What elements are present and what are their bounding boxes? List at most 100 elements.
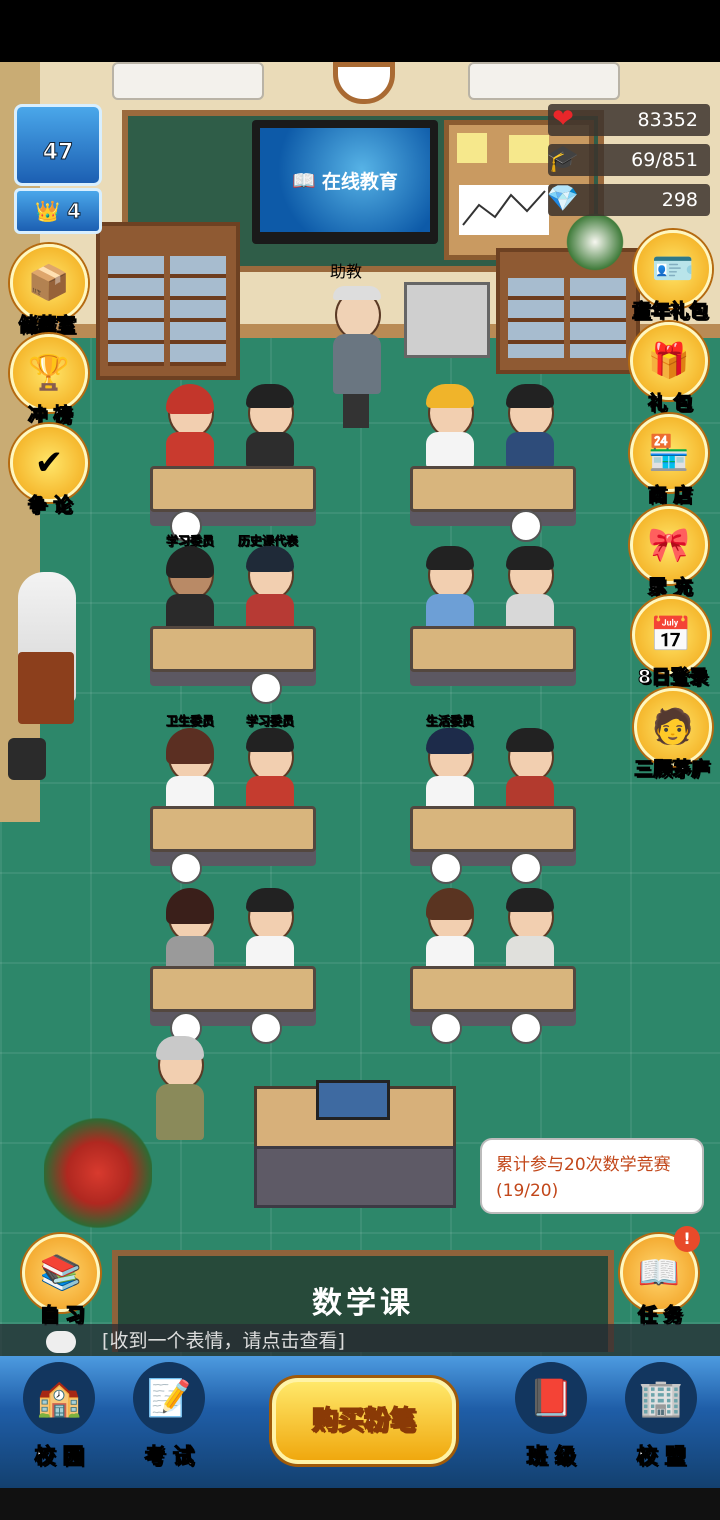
recharge-label: 累 充 — [647, 576, 693, 599]
student-role-tag: 学习委员 — [246, 714, 295, 729]
tv-text: 在线教育 — [321, 170, 398, 193]
hearts-value: 83352 — [637, 109, 698, 131]
hearts-counter[interactable]: ❤ 83352 — [548, 104, 710, 136]
self-study-label: 自 习 — [39, 1304, 85, 1327]
trash-bins — [404, 282, 490, 358]
gems-value: 298 — [661, 189, 698, 211]
recharge-button[interactable]: 🎀 累 充 — [630, 506, 710, 599]
teaching-assistant[interactable] — [325, 286, 387, 430]
online-education-tv: 📖 在线教育 — [252, 120, 438, 244]
student[interactable] — [238, 384, 300, 468]
student[interactable] — [158, 546, 220, 630]
study-badge-icon — [250, 1012, 282, 1044]
three-visits-label: 三顾茅庐 — [633, 758, 710, 781]
study-badge-icon — [510, 510, 542, 542]
desk — [410, 806, 576, 852]
nav-class[interactable]: 📕 班 级 — [506, 1362, 596, 1482]
scholar-counter[interactable]: 🎓 69/851 — [546, 144, 710, 176]
three-visits-button[interactable]: 🧑 三顾茅庐 — [624, 688, 720, 781]
ranking-button[interactable]: 🏆 冲 榜 — [10, 334, 90, 427]
alert-icon: ! — [674, 1226, 700, 1252]
desk — [410, 626, 576, 672]
storage-room-label: 储藏室 — [18, 314, 76, 337]
desk — [410, 966, 576, 1012]
shop-button[interactable]: 🏪 商 店 — [630, 414, 710, 507]
task-progress-text: 累计参与20次数学竞赛(19/20) — [496, 1155, 671, 1201]
student[interactable] — [418, 546, 480, 630]
chat-bar[interactable]: [收到一个表情，请点击查看] — [0, 1324, 720, 1358]
buy-chalk-button[interactable]: 购买粉笔 — [272, 1378, 456, 1464]
nav-alliance[interactable]: 🏢 校 盟 — [616, 1362, 706, 1482]
student[interactable] — [418, 728, 480, 812]
student-role-tag: 生活委员 — [426, 714, 475, 729]
childhood-pack-label: 童年礼包 — [631, 300, 708, 323]
school-level-value: 47 — [42, 140, 74, 166]
desk — [150, 966, 316, 1012]
chat-message: [收到一个表情，请点击查看] — [102, 1330, 345, 1352]
nav-class-label: 班 级 — [526, 1444, 576, 1469]
nav-campus[interactable]: 🏫 校 园 — [14, 1362, 104, 1482]
student[interactable] — [418, 888, 480, 972]
student[interactable] — [498, 384, 560, 468]
crown-level-badge[interactable]: 👑 4 — [14, 188, 102, 234]
graduation-cap-icon: 🎓 — [546, 144, 580, 174]
school-level-badge[interactable]: 47 — [14, 104, 102, 186]
air-conditioner-left — [112, 62, 264, 100]
student-role-tag: 卫生委员 — [166, 714, 215, 729]
task-progress-bubble[interactable]: 累计参与20次数学竞赛(19/20) — [480, 1138, 704, 1214]
student[interactable] — [498, 888, 560, 972]
student[interactable] — [238, 546, 300, 630]
eight-day-login-label: 8日登录 — [637, 666, 709, 689]
diamond-icon: 💎 — [546, 184, 580, 214]
speaker — [8, 738, 46, 780]
task-button[interactable]: 📖 任 务 ! — [620, 1226, 700, 1327]
debate-button[interactable]: ✔ 争 论 — [10, 424, 90, 517]
flower-pot — [560, 212, 630, 272]
student[interactable] — [158, 728, 220, 812]
alliance-building-icon: 🏢 — [625, 1362, 697, 1434]
student[interactable] — [418, 384, 480, 468]
buy-chalk-label: 购买粉笔 — [311, 1405, 417, 1437]
gift-pack-button[interactable]: 🎁 礼 包 — [630, 322, 710, 415]
student[interactable] — [498, 728, 560, 812]
ranking-label: 冲 榜 — [27, 404, 73, 427]
self-study-button[interactable]: 📚 自 习 — [22, 1234, 102, 1327]
nav-alliance-label: 校 盟 — [636, 1444, 686, 1469]
nav-exam[interactable]: 📝 考 试 — [124, 1362, 214, 1482]
desk — [410, 466, 576, 512]
student[interactable] — [238, 728, 300, 812]
book-icon: 📖 — [292, 169, 316, 192]
podium-monitor — [316, 1080, 390, 1120]
study-badge-icon — [430, 1012, 462, 1044]
student[interactable] — [498, 546, 560, 630]
air-conditioner-right — [468, 62, 620, 100]
heart-icon: ❤ — [552, 104, 574, 134]
study-badge-icon — [170, 852, 202, 884]
gems-counter[interactable]: 💎 298 — [546, 184, 710, 216]
study-badge-icon — [510, 1012, 542, 1044]
study-badge-icon — [510, 852, 542, 884]
student[interactable] — [158, 888, 220, 972]
storage-room-button[interactable]: 📦 储藏室 — [10, 244, 90, 337]
exam-paper-icon: 📝 — [133, 1362, 205, 1434]
eight-day-login-button[interactable]: 📅 8日登录 — [628, 596, 718, 689]
task-label: 任 务 — [637, 1304, 683, 1327]
desk — [150, 626, 316, 672]
student[interactable] — [158, 384, 220, 468]
statue-pedestal — [18, 652, 74, 724]
lecture-title: 数学课 — [312, 1286, 414, 1321]
shop-label: 商 店 — [647, 484, 693, 507]
study-badge-icon — [250, 672, 282, 704]
desk — [150, 466, 316, 512]
class-book-icon: 📕 — [515, 1362, 587, 1434]
crown-icon: 👑 — [35, 199, 61, 224]
desk — [150, 806, 316, 852]
student[interactable] — [238, 888, 300, 972]
study-badge-icon — [430, 852, 462, 884]
childhood-pack-button[interactable]: 🪪 童年礼包 — [628, 230, 718, 323]
nav-exam-label: 考 试 — [144, 1444, 194, 1469]
bookshelf-left — [96, 222, 240, 380]
debate-label: 争 论 — [27, 494, 73, 517]
scholar-value: 69/851 — [631, 149, 698, 171]
teacher[interactable] — [148, 1036, 210, 1170]
